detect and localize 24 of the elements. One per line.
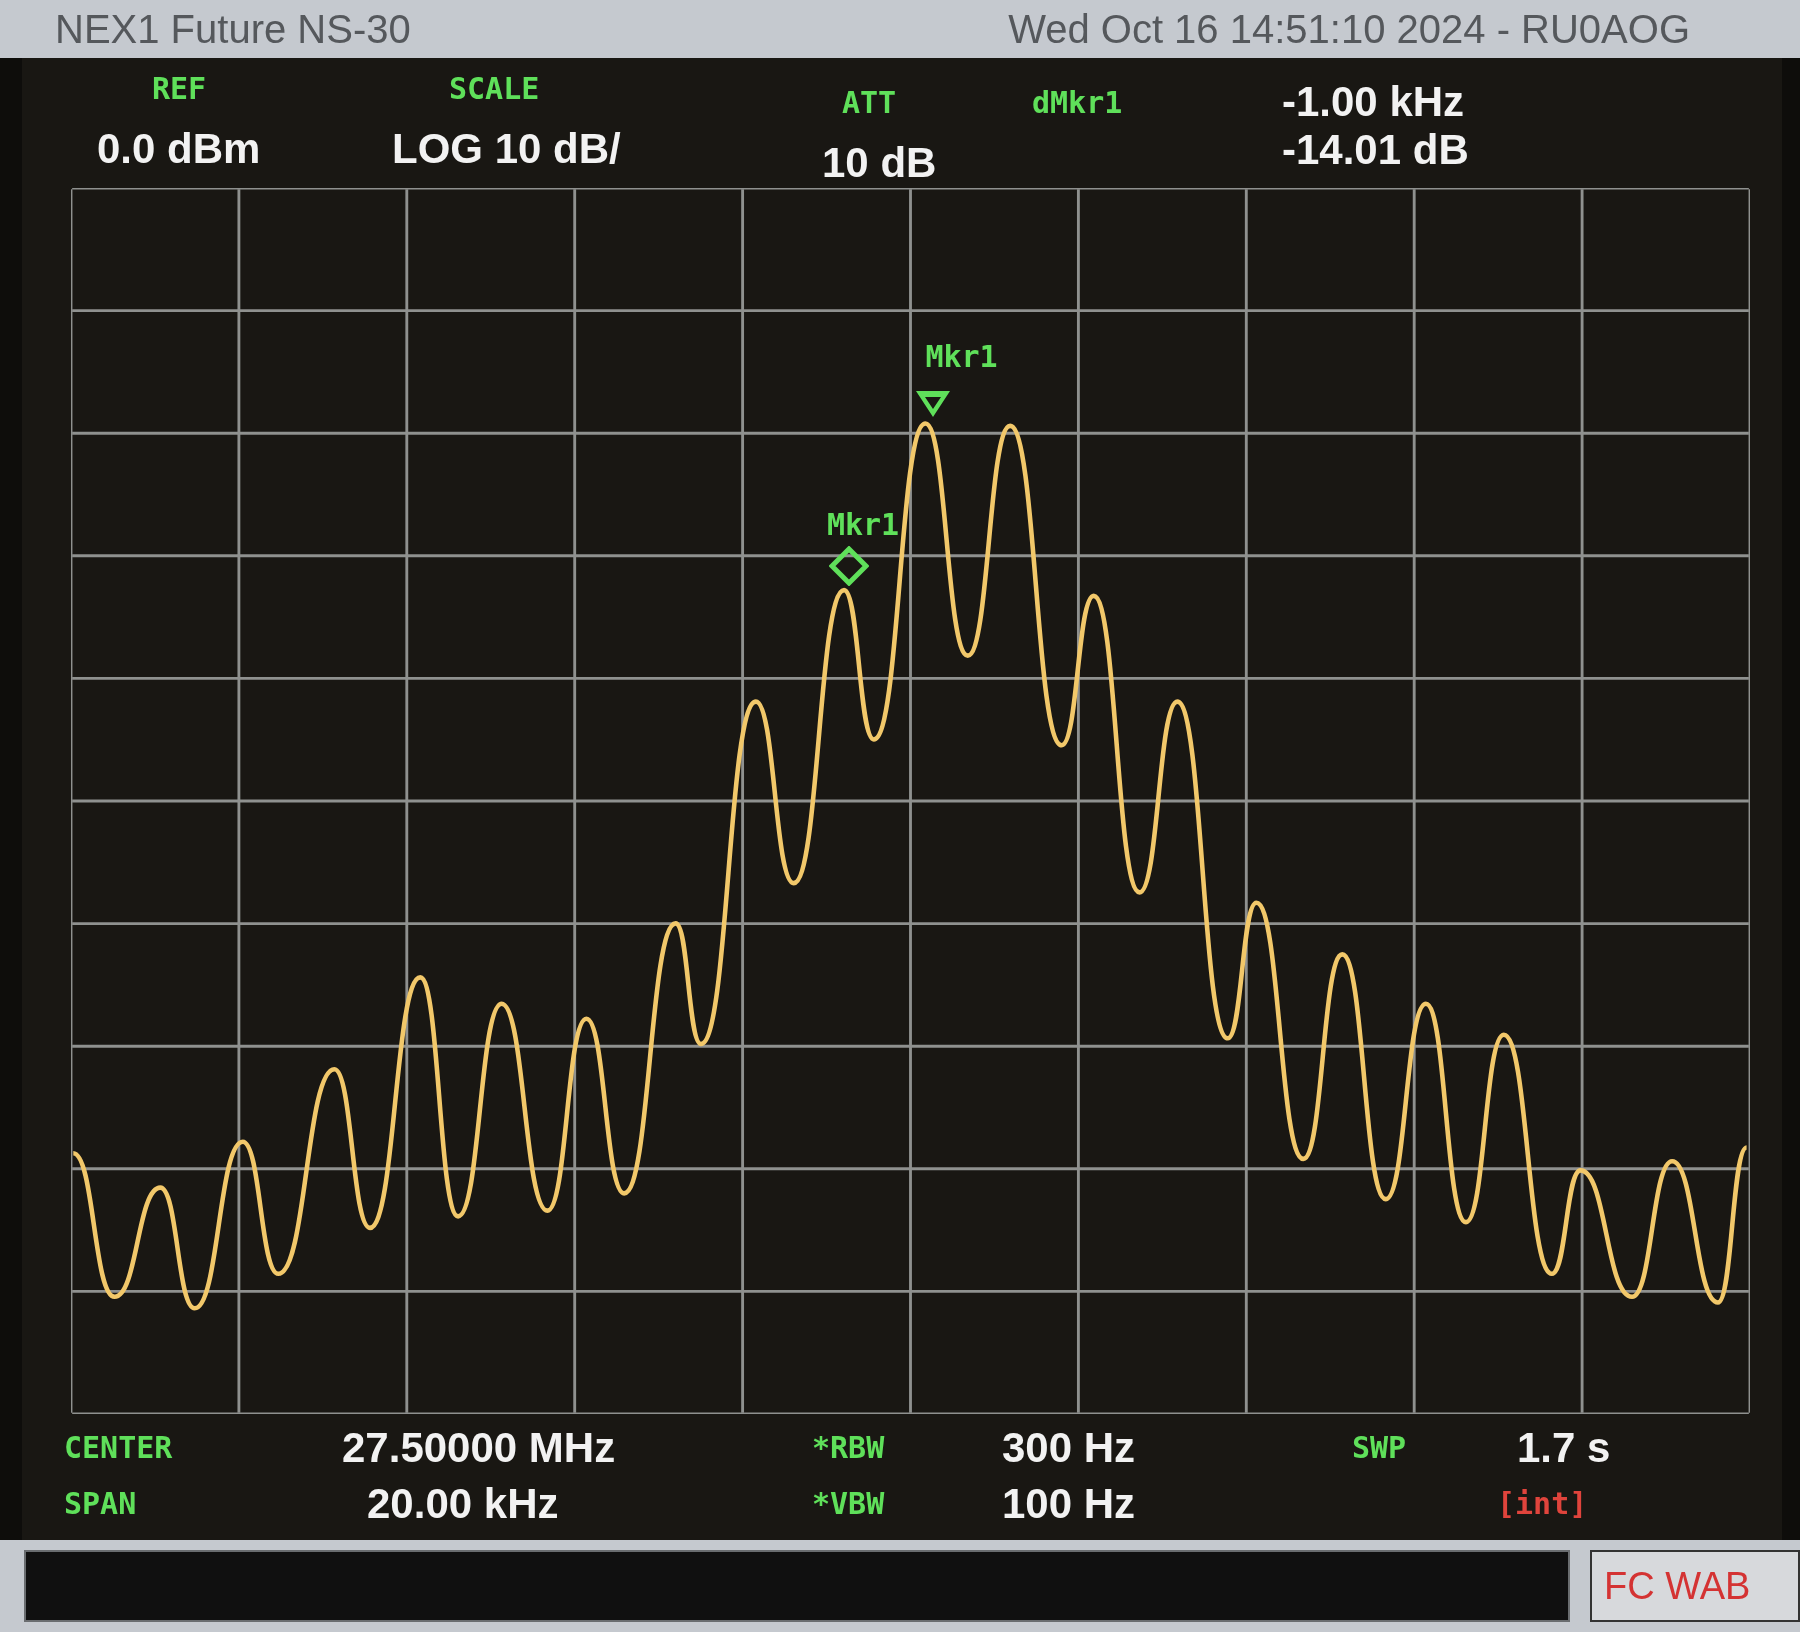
ref-value: 0.0 dBm: [97, 124, 262, 174]
span-label: SPAN: [63, 1484, 138, 1523]
sweep-label: SWP: [1352, 1428, 1408, 1467]
span-value: 20.00 kHz: [367, 1478, 560, 1529]
marker-diamond-icon: [828, 546, 869, 586]
scale-value: LOG 10 dB/: [392, 124, 622, 174]
ref-label: REF: [151, 70, 208, 108]
rbw-label: *RBW: [812, 1428, 886, 1467]
att-label: ATT: [841, 84, 898, 122]
sweep-mode: [int]: [1497, 1484, 1588, 1523]
vbw-label: *VBW: [812, 1484, 886, 1523]
delta-marker-label: dMkr1: [1032, 85, 1123, 120]
rbw-value: 300 Hz: [1002, 1422, 1137, 1473]
delta-marker-frequency: -1.00 kHz: [1282, 78, 1466, 127]
delta-marker-amplitude: -14.01 dB: [1282, 126, 1469, 175]
sweep-value: 1.7 s: [1517, 1422, 1611, 1473]
status-message: FC WAB: [1604, 1563, 1751, 1609]
scale-label: SCALE: [448, 70, 541, 108]
vbw-value: 100 Hz: [1002, 1478, 1137, 1529]
center-label: CENTER: [63, 1428, 174, 1467]
instrument-name: NEX1 Future NS-30: [55, 6, 411, 53]
att-value: 10 dB: [822, 138, 938, 188]
center-value: 27.50000 MHz: [342, 1422, 617, 1473]
date-time: Wed Oct 16 14:51:10 2024 - RU0AOG: [1008, 6, 1690, 53]
